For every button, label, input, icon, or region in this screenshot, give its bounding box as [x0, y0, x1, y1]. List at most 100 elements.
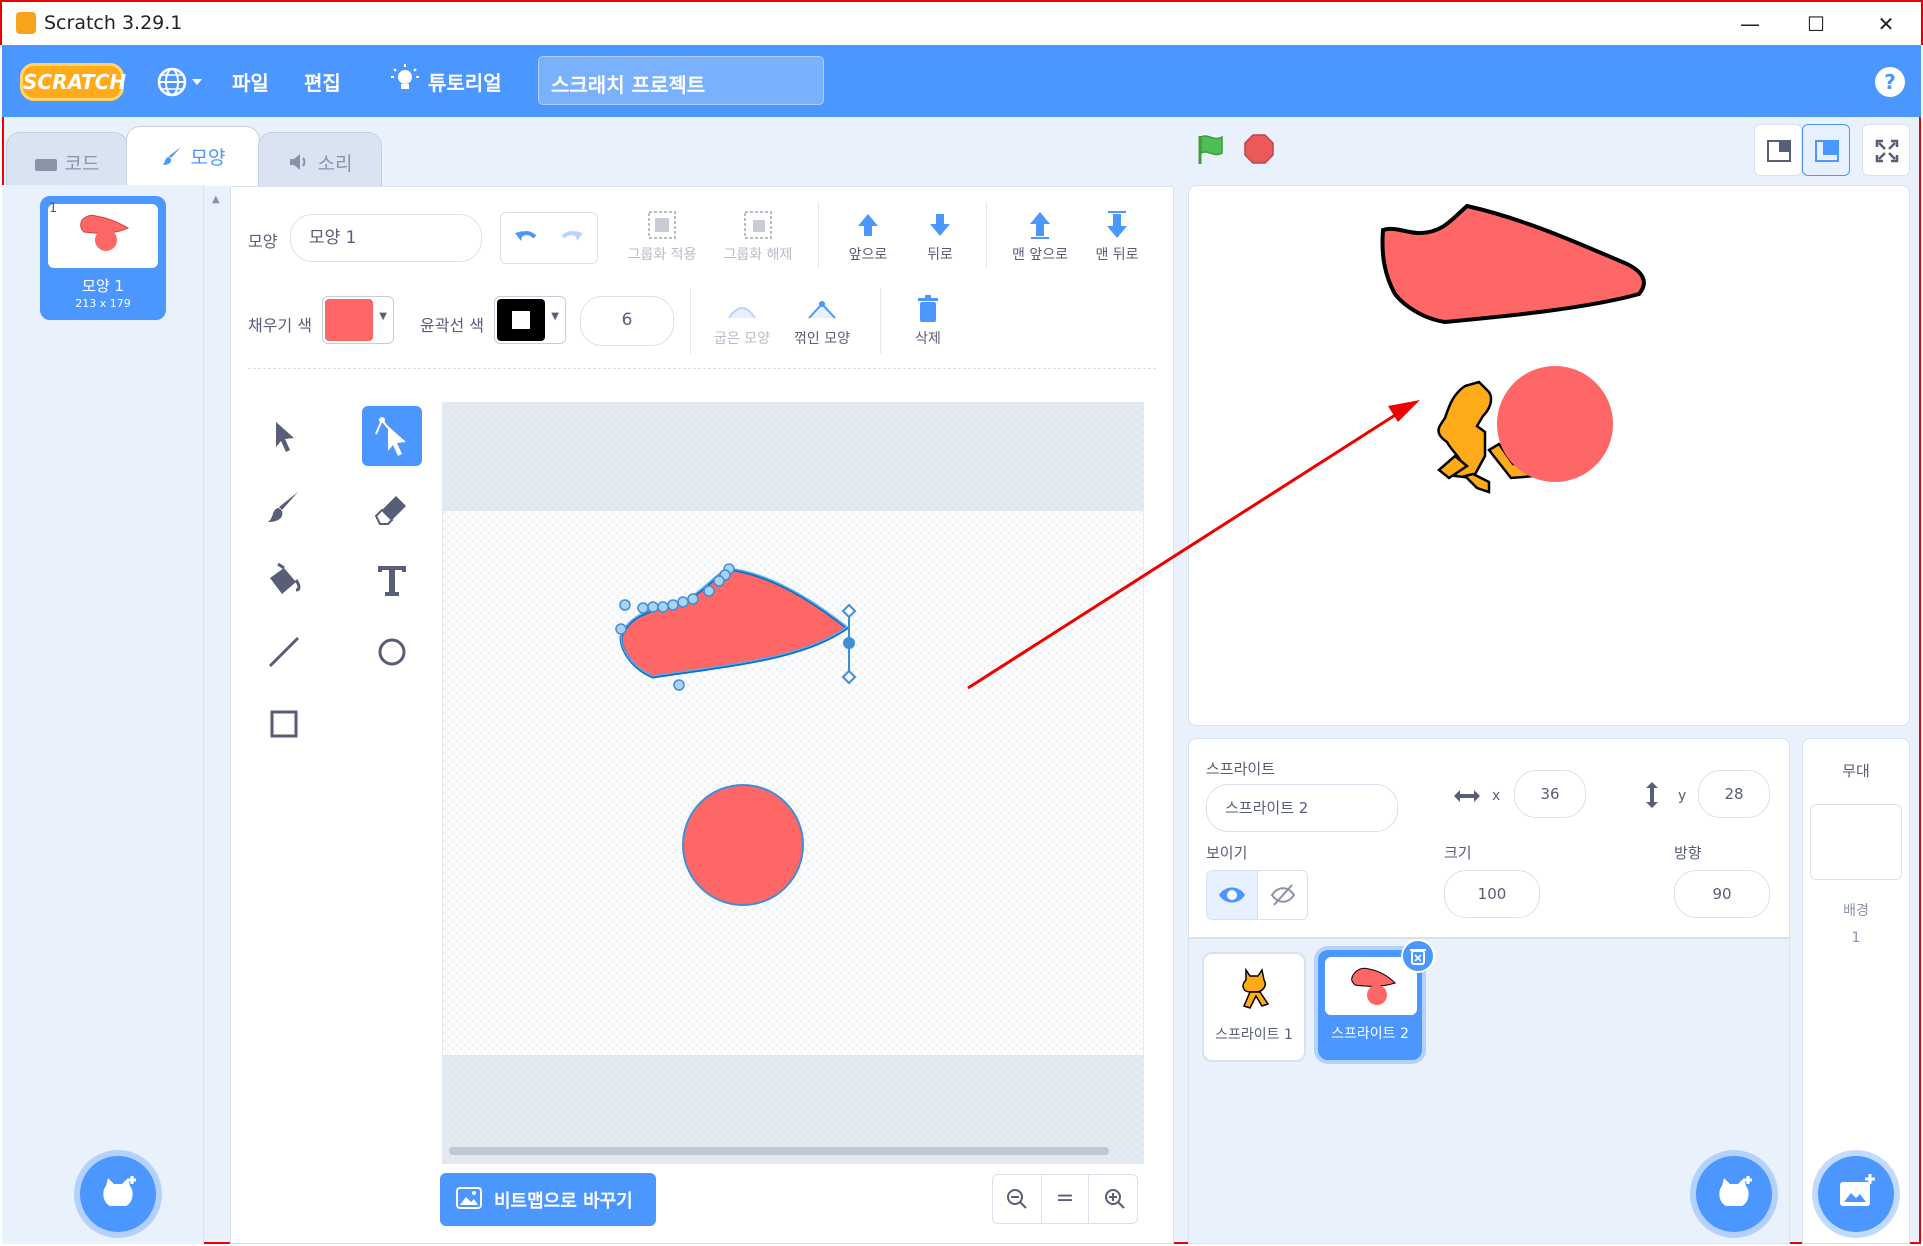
paintbrush-icon — [161, 145, 183, 172]
backward-button[interactable]: 뒤로 — [902, 208, 978, 264]
zoom-reset-button[interactable]: = — [1041, 1175, 1089, 1223]
stop-icon[interactable] — [1242, 132, 1276, 170]
costume-tile[interactable]: 1 모양 1 213 x 179 — [40, 196, 166, 320]
brush-tool[interactable] — [254, 478, 314, 538]
text-tool[interactable] — [362, 550, 422, 610]
speaker-icon — [288, 153, 310, 176]
window-title: Scratch 3.29.1 — [44, 12, 183, 34]
scratch-logo[interactable]: SCRATCH — [20, 63, 126, 101]
choose-sprite-button[interactable] — [1696, 1156, 1772, 1232]
choose-backdrop-button[interactable] — [1818, 1156, 1894, 1232]
direction-input[interactable]: 90 — [1674, 870, 1770, 918]
front-button[interactable]: 맨 앞으로 — [1000, 208, 1080, 264]
outline-color-picker[interactable]: ▼ — [494, 296, 566, 344]
stage-render — [1380, 203, 1646, 494]
costume-name: 모양 1 — [82, 277, 124, 295]
minimize-button[interactable]: — — [1730, 8, 1770, 40]
line-tool[interactable] — [254, 622, 314, 682]
maximize-button[interactable]: ☐ — [1796, 8, 1836, 40]
pointed-button[interactable]: 꺾인 모양 — [780, 294, 864, 348]
eraser-tool[interactable] — [362, 478, 422, 538]
green-flag-icon[interactable] — [1194, 132, 1228, 170]
costume-hat-shape[interactable] — [619, 567, 850, 679]
toolbar-divider — [818, 202, 819, 268]
stage-hat-sprite — [1380, 203, 1646, 325]
back-button[interactable]: 맨 뒤로 — [1078, 208, 1156, 264]
hide-eye-icon[interactable] — [1257, 871, 1307, 919]
normal-stage-button[interactable] — [1802, 124, 1850, 176]
size-input[interactable]: 100 — [1444, 870, 1540, 918]
circle-tool[interactable] — [362, 622, 422, 682]
outline-width-input[interactable]: 6 — [580, 296, 674, 346]
show-label: 보이기 — [1206, 844, 1248, 862]
small-stage-icon — [1767, 140, 1791, 162]
edit-menu[interactable]: 편집 — [304, 67, 341, 96]
stage-canvas[interactable] — [1188, 185, 1910, 726]
paint-canvas[interactable] — [442, 402, 1144, 1164]
x-input[interactable]: 36 — [1514, 770, 1586, 818]
line-icon — [268, 636, 300, 668]
reshape-tool[interactable] — [362, 406, 422, 466]
size-label: 크기 — [1444, 844, 1472, 862]
curved-point-icon — [702, 294, 782, 328]
costume-name-input[interactable]: 모양 1 — [290, 214, 482, 262]
fill-color-picker[interactable]: ▼ — [322, 296, 394, 344]
select-arrow-icon — [276, 422, 294, 452]
cat-add-icon — [103, 1176, 136, 1206]
show-eye-icon[interactable] — [1207, 871, 1257, 919]
zoom-in-icon[interactable] — [1103, 1187, 1127, 1215]
costume-index: 1 — [49, 201, 58, 216]
rectangle-tool[interactable] — [254, 694, 314, 754]
reshape-handle[interactable] — [841, 603, 857, 685]
direction-label: 방향 — [1674, 844, 1702, 862]
image-icon — [456, 1187, 482, 1214]
rectangle-icon — [270, 710, 298, 738]
tab-code[interactable]: 코드 — [6, 132, 128, 186]
tab-sounds[interactable]: 소리 — [258, 132, 382, 186]
language-globe-icon[interactable] — [156, 65, 204, 103]
group-button[interactable]: 그룹화 적용 — [622, 208, 702, 264]
help-button[interactable]: ? — [1875, 67, 1905, 97]
ungroup-icon — [716, 208, 800, 244]
brush-icon — [268, 492, 298, 522]
fill-tool[interactable] — [254, 550, 314, 610]
small-stage-button[interactable] — [1754, 124, 1802, 176]
text-t-icon — [378, 566, 406, 596]
convert-to-bitmap-button[interactable]: 비트맵으로 바꾸기 — [440, 1173, 656, 1226]
sprite-name: 스프라이트 2 — [1331, 1026, 1409, 1042]
arrow-bottom-icon — [1078, 208, 1156, 244]
costume-circle-shape[interactable] — [682, 784, 804, 906]
project-title-input[interactable]: 스크래치 프로젝트 — [538, 56, 824, 105]
stage-circle-sprite — [1497, 366, 1613, 482]
undo-icon[interactable] — [513, 225, 539, 255]
scroll-up-arrow[interactable]: ▲ — [212, 194, 220, 205]
redo-icon[interactable] — [559, 225, 585, 255]
fullscreen-button[interactable] — [1862, 124, 1910, 176]
ungroup-button[interactable]: 그룹화 해제 — [716, 208, 800, 264]
sprite-tile-selected[interactable]: 스프라이트 2 — [1318, 939, 1435, 1060]
backdrop-thumbnail[interactable] — [1810, 804, 1902, 880]
forward-button[interactable]: 앞으로 — [830, 208, 906, 264]
sprite-tile[interactable]: 스프라이트 1 — [1202, 952, 1306, 1062]
y-arrows-icon — [1642, 780, 1662, 814]
close-button[interactable]: ✕ — [1866, 8, 1906, 40]
curved-button[interactable]: 굽은 모양 — [702, 294, 782, 348]
file-menu[interactable]: 파일 — [232, 67, 269, 96]
y-input[interactable]: 28 — [1698, 770, 1770, 818]
tab-costumes[interactable]: 모양 — [126, 126, 260, 186]
outline-color-swatch — [497, 299, 545, 341]
tutorial-menu[interactable]: 튜토리얼 — [428, 67, 502, 96]
tutorial-lightbulb-icon[interactable] — [390, 63, 420, 101]
zoom-out-icon[interactable] — [1005, 1187, 1029, 1215]
select-tool[interactable] — [254, 406, 314, 466]
delete-sprite-icon[interactable] — [1401, 939, 1435, 973]
choose-costume-button[interactable] — [80, 1156, 156, 1232]
x-arrows-icon — [1452, 784, 1482, 812]
costume-list — [2, 185, 204, 1244]
fill-color-swatch — [325, 299, 373, 341]
delete-button[interactable]: 삭제 — [896, 294, 960, 348]
sprite-name-input[interactable]: 스프라이트 2 — [1206, 784, 1398, 832]
canvas-horizontal-scrollbar[interactable] — [449, 1147, 1109, 1155]
stage-label: 무대 — [1842, 762, 1870, 780]
costume-size: 213 x 179 — [75, 297, 131, 310]
